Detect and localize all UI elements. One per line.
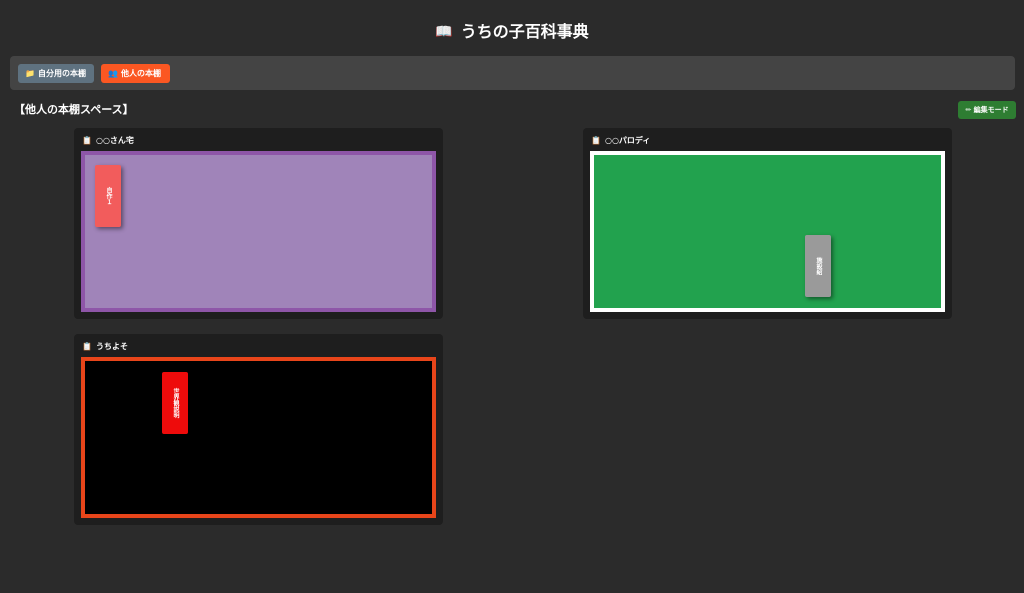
shelf-area[interactable]: 世界観説明 [81,357,436,518]
shelf-area[interactable]: 施設紹 [590,151,945,312]
book-icon: 📖 [435,24,453,40]
section-title: 【他人の本棚スペース】 [14,103,134,116]
app-title-text: うちの子百科事典 [460,22,589,41]
shelf-name: ○○さん宅 [95,136,134,145]
book-title: 自作１ [105,187,112,205]
tab-others-shelf[interactable]: 👥 他人の本棚 [101,64,170,83]
tab-label: 他人の本棚 [120,69,161,78]
shelf-card: 📋 ○○さん宅 自作１ [74,128,443,319]
tab-own-shelf[interactable]: 📁 自分用の本棚 [18,64,94,83]
shelf-card: 📋 ○○パロディ 施設紹 [583,128,952,319]
clipboard-icon: 📋 [591,136,601,145]
book-spine[interactable]: 自作１ [95,165,121,227]
people-icon: 👥 [108,69,118,78]
book-spine[interactable]: 施設紹 [805,235,831,297]
book-title: 世界観説明 [172,388,179,418]
clipboard-icon: 📋 [82,136,92,145]
folder-icon: 📁 [25,69,35,78]
clipboard-icon: 📋 [82,342,92,351]
app-title: 📖 うちの子百科事典 [0,20,1024,44]
shelf-tab-bar: 📁 自分用の本棚 👥 他人の本棚 [10,56,1015,90]
tab-label: 自分用の本棚 [37,69,86,78]
book-title: 施設紹 [815,257,822,275]
edit-mode-button[interactable]: ✏ 編集モード [958,101,1016,119]
shelf-name: うちよそ [95,342,128,351]
shelf-card: 📋 うちよそ 世界観説明 [74,334,443,525]
shelf-area[interactable]: 自作１ [81,151,436,312]
shelf-name: ○○パロディ [604,136,651,145]
shelf-header: 📋 ○○パロディ [591,135,650,147]
shelf-header: 📋 うちよそ [82,341,128,353]
shelf-header: 📋 ○○さん宅 [82,135,134,147]
book-spine[interactable]: 世界観説明 [162,372,188,434]
